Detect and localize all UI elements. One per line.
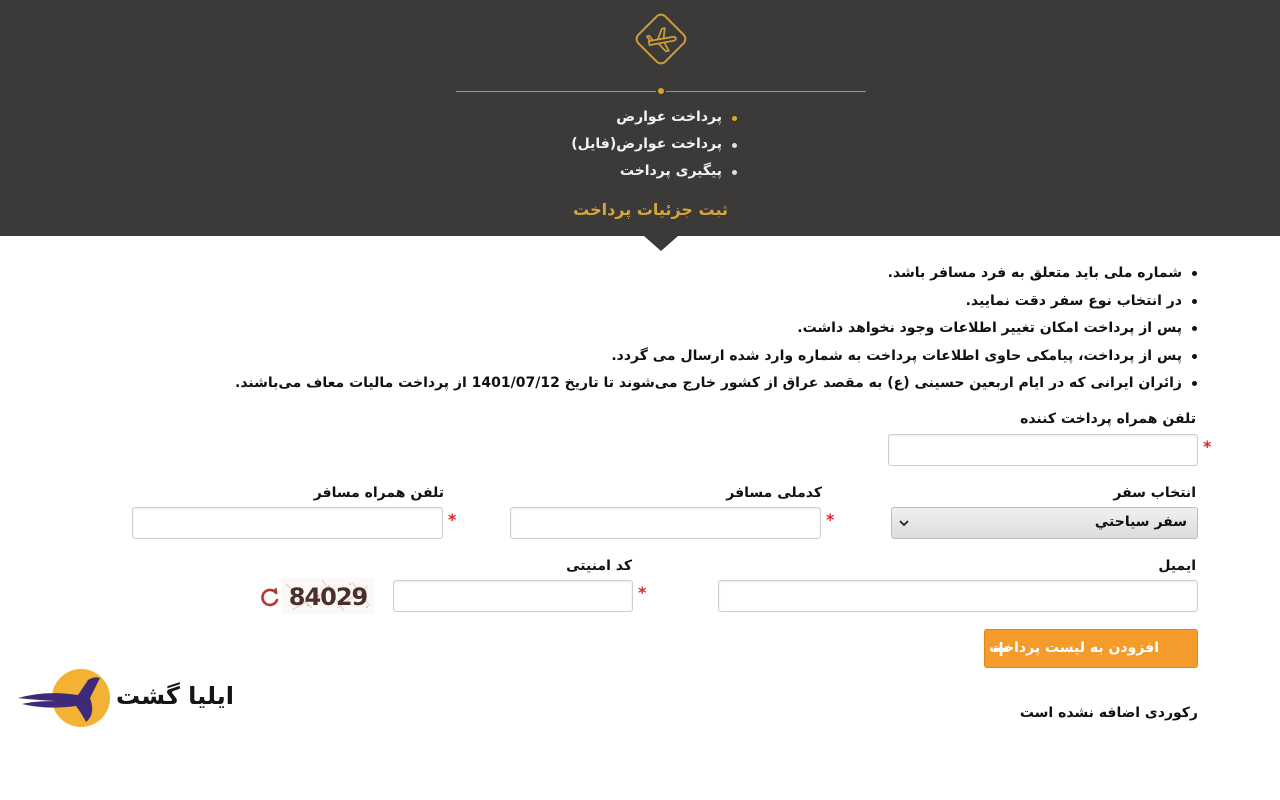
email-label: ایمیل (1158, 558, 1196, 574)
payer-phone-input[interactable] (888, 434, 1198, 466)
required-mark: * (826, 510, 835, 529)
section-title: ثبت جزئیات پرداخت (573, 200, 728, 219)
add-button-label: افزودن به لیست پرداخت (989, 640, 1159, 656)
header-notch (644, 236, 678, 251)
menu-item-track-payment[interactable]: پیگیری پرداخت (620, 163, 740, 179)
airplane-icon (635, 13, 687, 65)
passenger-phone-label: تلفن همراه مسافر (313, 485, 444, 501)
divider-dot (658, 88, 664, 94)
captcha-image: 84029 (282, 578, 374, 614)
refresh-icon[interactable] (259, 586, 281, 608)
instruction-item: زائران ایرانی که در ایام اربعین حسینی (ع… (235, 370, 1200, 398)
add-to-payment-list-button[interactable]: افزودن به لیست پرداخت (984, 629, 1198, 668)
instruction-item: پس از پرداخت، پیامکی حاوی اطلاعات پرداخت… (300, 343, 1200, 371)
required-mark: * (638, 583, 647, 602)
brand-logo (18, 669, 110, 727)
captcha-label: کد امنیتی (566, 558, 632, 574)
required-mark: * (448, 510, 457, 529)
national-code-label: کدملی مسافر (726, 485, 822, 501)
brand-name: ایلیا گشت (116, 682, 234, 710)
instruction-item: پس از پرداخت امکان تغییر اطلاعات وجود نخ… (300, 315, 1200, 343)
empty-records-message: رکوردی اضافه نشده است (1019, 705, 1198, 721)
menu-item-pay-tolls[interactable]: پرداخت عوارض (616, 109, 740, 125)
travel-type-selected: سفر سياحتي (1094, 514, 1187, 530)
required-mark: * (1203, 437, 1212, 456)
chevron-down-icon (899, 520, 909, 527)
instructions-list: شماره ملی باید متعلق به فرد مسافر باشد. … (235, 260, 1200, 398)
page-header: پرداخت عوارض پرداخت عوارض(فایل) پیگیری پ… (0, 0, 1280, 236)
instruction-item: در انتخاب نوع سفر دقت نمایید. (300, 288, 1200, 316)
divider-line (666, 91, 866, 92)
captcha-input[interactable] (393, 580, 633, 612)
national-code-input[interactable] (510, 507, 821, 539)
travel-type-select[interactable]: سفر سياحتي (891, 507, 1198, 539)
plus-icon (994, 642, 1008, 656)
passenger-phone-input[interactable] (132, 507, 443, 539)
captcha-text: 84029 (289, 583, 368, 611)
payer-phone-label: تلفن همراه پرداخت کننده (1020, 411, 1196, 427)
instruction-item: شماره ملی باید متعلق به فرد مسافر باشد. (300, 260, 1200, 288)
divider-line (456, 91, 656, 92)
email-input[interactable] (718, 580, 1198, 612)
travel-type-label: انتخاب سفر (1113, 485, 1196, 501)
menu-item-pay-tolls-file[interactable]: پرداخت عوارض(فایل) (571, 136, 740, 152)
